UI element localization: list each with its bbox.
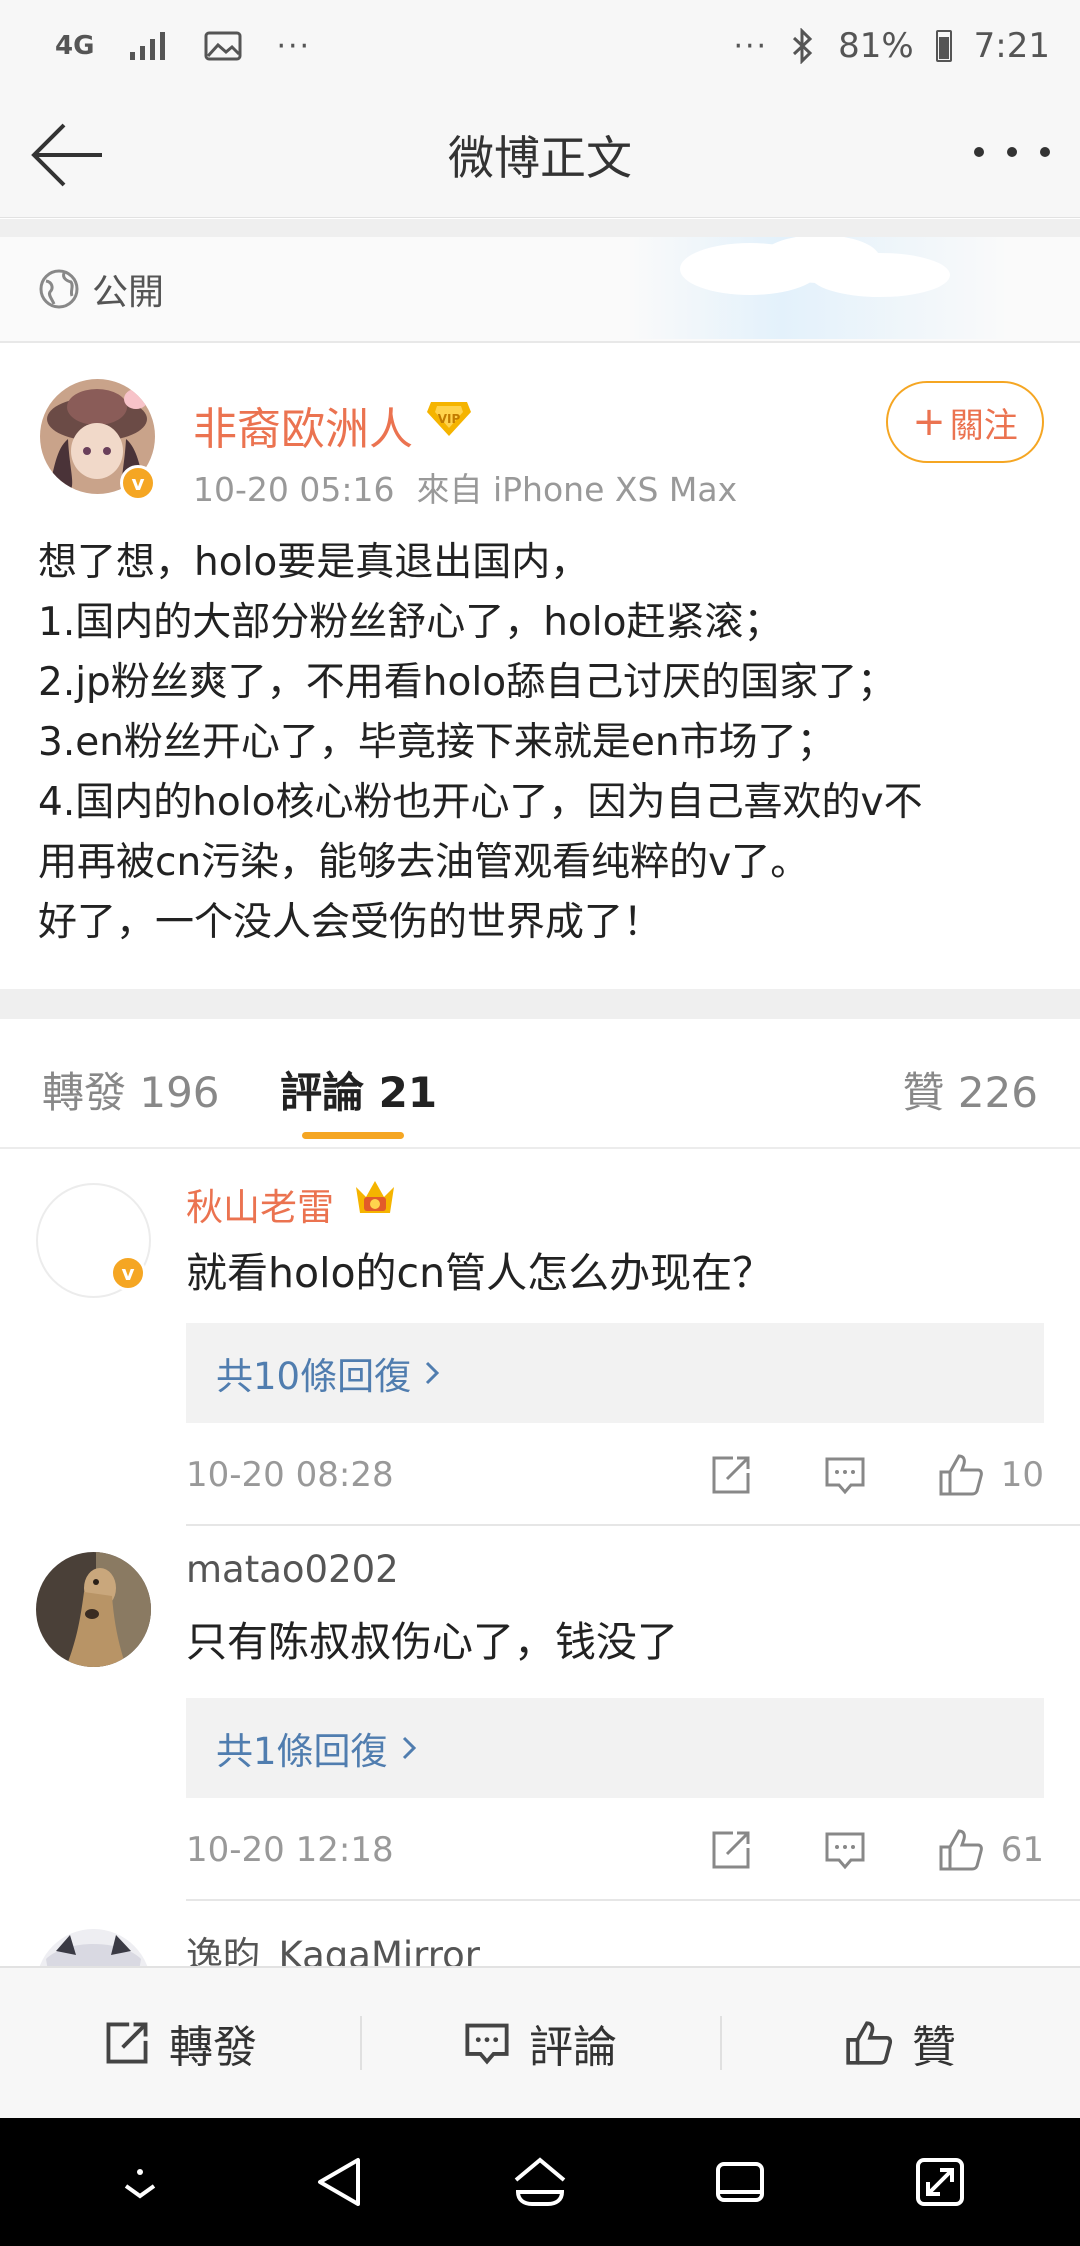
repost-label: 轉發 <box>169 2022 257 2073</box>
more-icon[interactable] <box>974 132 1050 172</box>
clock: 7:21 <box>973 26 1050 66</box>
comment-icon[interactable] <box>823 1828 867 1872</box>
like-label: 贊 <box>912 2022 956 2073</box>
battery-icon <box>935 30 952 62</box>
post-meta: 10-20 05:16 來自 iPhone XS Max <box>193 463 737 511</box>
commenter-name[interactable]: 逸昀_KagaMirror <box>186 1925 480 1966</box>
author-name[interactable]: 非裔欧洲人 <box>193 393 413 457</box>
share-icon[interactable] <box>709 1828 753 1872</box>
comment-footer: 10-20 08:28 10 <box>186 1445 1044 1505</box>
like-button[interactable]: 61 <box>937 1827 1044 1873</box>
crown-icon <box>356 1181 394 1213</box>
comment-item: 逸昀_KagaMirror <box>0 1901 1080 1966</box>
follow-label: 關注 <box>949 405 1018 446</box>
recent-apps-icon[interactable] <box>708 2150 772 2214</box>
replies-link[interactable]: 共10條回復 <box>186 1323 1044 1423</box>
system-navigation-bar <box>0 2118 1080 2246</box>
post-date: 10-20 05:16 <box>193 470 395 509</box>
status-left: 4G ··· <box>55 29 311 64</box>
post-line: 3.en粉丝开心了，毕竟接下来就是en市场了； <box>38 720 836 765</box>
visibility-label: 公開 <box>92 272 165 313</box>
status-overflow: ··· <box>733 28 769 64</box>
signal-icon <box>130 32 166 60</box>
collapse-icon[interactable] <box>108 2150 172 2214</box>
page-title: 微博正文 <box>448 130 632 185</box>
like-count: 10 <box>1000 1455 1044 1495</box>
commenter-name[interactable]: 秋山老雷 <box>186 1177 334 1231</box>
post-line: 4.国内的holo核心粉也开心了，因为自己喜欢的v不 <box>38 780 923 825</box>
comment-label: 評論 <box>529 2022 617 2073</box>
comment-actions: 61 <box>709 1827 1044 1873</box>
notification-overflow: ··· <box>276 28 312 64</box>
cloud-decoration <box>630 237 1010 339</box>
repost-button[interactable]: 轉發 <box>0 1998 360 2088</box>
visibility-row: 公開 <box>0 237 1080 343</box>
like-icon <box>846 2021 893 2065</box>
plus-icon: + <box>912 399 946 445</box>
network-type: 4G <box>55 31 95 61</box>
follow-button[interactable]: + 關注 <box>886 381 1044 463</box>
post-source: 來自 iPhone XS Max <box>416 470 738 509</box>
chevron-right-icon <box>402 1736 416 1760</box>
share-icon <box>106 2022 148 2064</box>
bottom-action-bar: 轉發 評論 贊 <box>0 1966 1080 2118</box>
post-line: 1.国内的大部分粉丝舒心了，holo赶紧滚； <box>38 600 783 645</box>
post-line: 想了想，holo要是真退出国内， <box>38 540 590 585</box>
share-icon[interactable] <box>709 1453 753 1497</box>
comment-text: 就看holo的cn管人怎么办现在？ <box>186 1249 774 1297</box>
like-button[interactable]: 贊 <box>720 1998 1080 2088</box>
back-arrow-icon[interactable] <box>28 118 108 192</box>
comment-icon[interactable] <box>823 1453 867 1497</box>
like-icon <box>939 1829 983 1871</box>
post: v 非裔欧洲人 VIP 10-20 05:16 來自 iPhone XS Max … <box>0 343 1080 989</box>
commenter-name[interactable]: matao0202 <box>186 1548 399 1591</box>
section-gap <box>0 219 1080 237</box>
post-line: 用再被cn污染，能够去油管观看纯粹的v了。 <box>38 840 810 885</box>
comment-actions: 10 <box>709 1452 1044 1498</box>
comment-time: 10-20 08:28 <box>186 1455 394 1495</box>
verified-badge: v <box>110 1255 146 1291</box>
replies-label: 共1條回復 <box>216 1730 388 1773</box>
comment-time: 10-20 12:18 <box>186 1830 394 1870</box>
image-notification-icon <box>204 31 242 61</box>
bluetooth-icon <box>793 28 813 64</box>
svg-text:VIP: VIP <box>438 412 461 426</box>
commenter-avatar[interactable] <box>36 1929 151 1966</box>
comment-item: matao0202 只有陈叔叔伤心了，钱没了 共1條回復 10-20 12:18… <box>0 1526 1080 1901</box>
post-line: 好了，一个没人会受伤的世界成了！ <box>38 900 663 945</box>
chevron-right-icon <box>426 1361 440 1385</box>
tab-likes[interactable]: 贊 226 <box>902 1059 1038 1120</box>
verified-badge: v <box>120 465 156 501</box>
interaction-tabs: 轉發 196 評論 21 贊 226 <box>0 1019 1080 1149</box>
comment-text: 只有陈叔叔伤心了，钱没了 <box>186 1618 678 1666</box>
comment-item: v 秋山老雷 就看holo的cn管人怎么办现在？ 共10條回復 10-20 08… <box>0 1151 1080 1526</box>
vip-icon: VIP <box>427 402 471 436</box>
status-bar: 4G ··· ··· 81% 7:21 <box>0 0 1080 92</box>
comment-icon <box>465 2023 509 2065</box>
tab-comments[interactable]: 評論 21 <box>280 1059 437 1120</box>
like-button[interactable]: 10 <box>937 1452 1044 1498</box>
post-line: 2.jp粉丝爽了，不用看holo舔自己讨厌的国家了； <box>38 660 897 705</box>
nav-bar: 微博正文 <box>0 92 1080 218</box>
status-right: ··· 81% 7:21 <box>733 26 1050 66</box>
replies-label: 共10條回復 <box>216 1355 412 1398</box>
tab-repost[interactable]: 轉發 196 <box>42 1059 220 1120</box>
comment-footer: 10-20 12:18 61 <box>186 1820 1044 1880</box>
like-count: 61 <box>1000 1830 1044 1870</box>
commenter-avatar[interactable] <box>36 1552 151 1667</box>
comment-button[interactable]: 評論 <box>360 1998 720 2088</box>
replies-link[interactable]: 共1條回復 <box>186 1698 1044 1798</box>
home-icon[interactable] <box>508 2150 572 2214</box>
expand-icon[interactable] <box>908 2150 972 2214</box>
back-icon[interactable] <box>308 2150 372 2214</box>
post-body: 想了想，holo要是真退出国内， 1.国内的大部分粉丝舒心了，holo赶紧滚； … <box>38 533 1048 953</box>
globe-icon <box>39 269 79 309</box>
active-tab-indicator <box>302 1132 404 1139</box>
section-gap <box>0 989 1080 1019</box>
battery-percent: 81% <box>838 26 914 66</box>
like-icon <box>939 1454 983 1496</box>
